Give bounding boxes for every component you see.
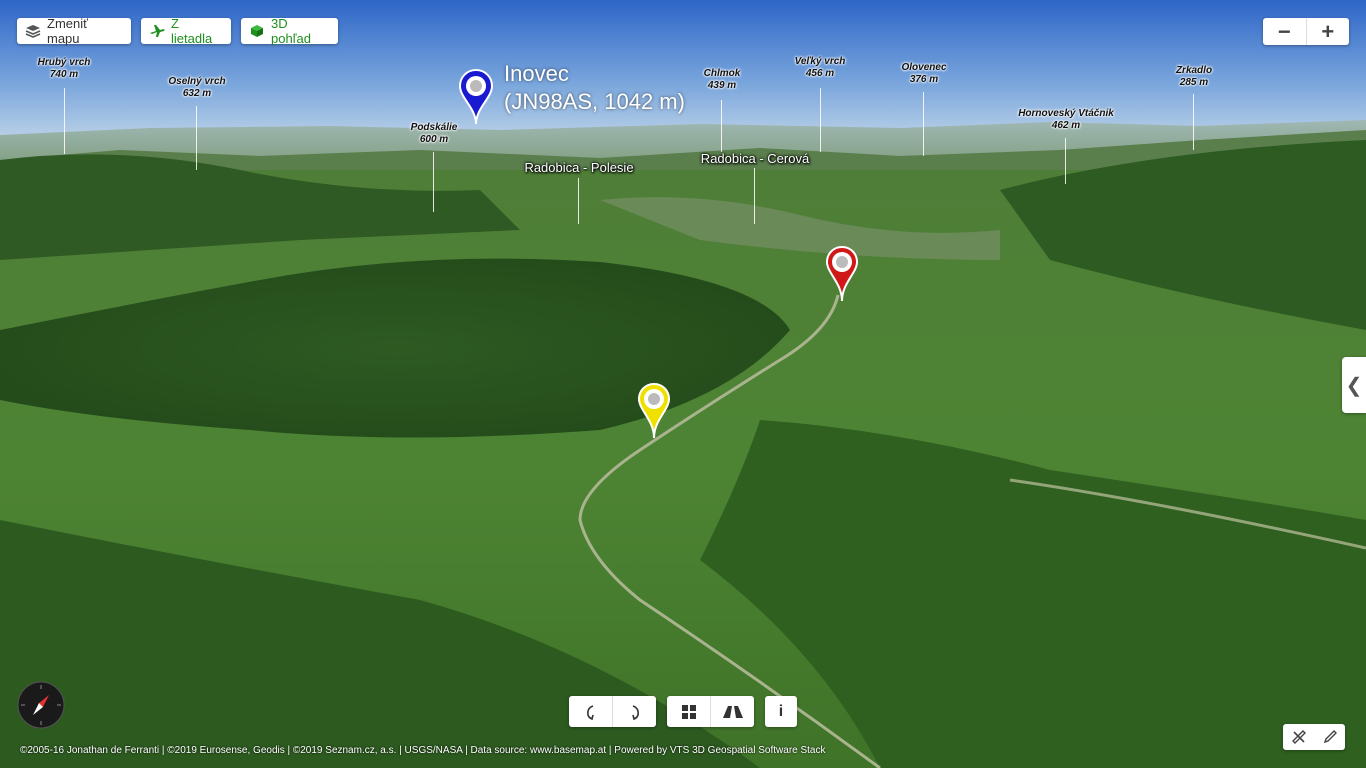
- marker-dot-inner: [836, 256, 848, 268]
- peak-name: Veľký vrch: [794, 56, 846, 67]
- peak-line: [721, 100, 722, 152]
- perspective-icon: [722, 705, 743, 718]
- change-map-button[interactable]: Zmeniť mapu: [17, 16, 131, 46]
- peak-elevation: 600 m: [419, 134, 449, 145]
- marker-dot-inner: [648, 393, 660, 405]
- peak-name: Olovenec: [901, 62, 947, 73]
- ruler-pencil-icon: [1291, 730, 1306, 744]
- rotate-right-button[interactable]: [612, 696, 656, 727]
- zoom-control: − +: [1263, 18, 1349, 45]
- cube-icon: [249, 24, 265, 38]
- marker-red[interactable]: [825, 245, 859, 303]
- peak-line: [196, 106, 197, 170]
- peak-label[interactable]: Olovenec 376 m: [901, 62, 946, 86]
- side-panel-toggle[interactable]: ❮: [1342, 357, 1366, 413]
- peak-label[interactable]: Zrkadlo 285 m: [1176, 65, 1212, 89]
- peak-label[interactable]: Hornoveský Vtáčnik 462 m: [1018, 108, 1114, 132]
- peak-line: [64, 88, 65, 154]
- target-info: (JN98AS, 1042 m): [504, 89, 685, 114]
- peak-name: Oselný vrch: [168, 76, 226, 87]
- plane-icon: [149, 24, 165, 38]
- view-3d-label: 3D pohľad: [271, 16, 311, 46]
- place-label-cerova[interactable]: Radobica - Cerová: [701, 151, 809, 166]
- peak-label[interactable]: Veľký vrch 456 m: [795, 56, 846, 80]
- from-plane-label: Z lietadla: [171, 16, 213, 46]
- rotate-right-icon: [631, 704, 639, 720]
- view-mode-controls: [667, 696, 754, 727]
- peak-elevation: 632 m: [182, 88, 212, 99]
- rotate-left-button[interactable]: [569, 696, 612, 727]
- info-button[interactable]: i: [765, 696, 797, 727]
- layers-icon: [25, 24, 41, 38]
- peak-elevation: 285 m: [1179, 77, 1209, 88]
- place-label-polesie[interactable]: Radobica - Polesie: [524, 160, 633, 175]
- peak-name: Podskálie: [410, 122, 458, 133]
- peak-line: [433, 152, 434, 212]
- peak-line: [923, 92, 924, 156]
- grid-icon: [681, 704, 696, 719]
- peak-label[interactable]: Oselný vrch 632 m: [168, 76, 225, 100]
- peak-line: [1065, 138, 1066, 184]
- peak-label[interactable]: Chlmok 439 m: [704, 68, 741, 92]
- place-line: [578, 178, 579, 224]
- target-label: Inovec (JN98AS, 1042 m): [504, 60, 685, 116]
- marker-dot-inner: [470, 80, 482, 92]
- view-3d-button[interactable]: 3D pohľad: [241, 16, 338, 46]
- top-view-button[interactable]: [667, 696, 710, 727]
- target-name: Inovec: [504, 61, 569, 86]
- peak-line: [1193, 94, 1194, 150]
- info-controls: i: [765, 696, 797, 727]
- change-map-label: Zmeniť mapu: [47, 16, 88, 46]
- peak-elevation: 439 m: [707, 80, 737, 91]
- peak-elevation: 456 m: [805, 68, 835, 79]
- copyright-text: ©2005-16 Jonathan de Ferranti | ©2019 Eu…: [20, 745, 826, 756]
- measure-button[interactable]: [1283, 724, 1314, 750]
- pencil-icon: [1323, 730, 1337, 744]
- peak-name: Zrkadlo: [1175, 65, 1213, 76]
- peak-line: [820, 88, 821, 152]
- perspective-view-button[interactable]: [710, 696, 754, 727]
- rotate-controls: [569, 696, 656, 727]
- tools-control: [1283, 724, 1345, 750]
- place-line: [754, 168, 755, 224]
- peak-name: Hrubý vrch: [37, 57, 91, 68]
- peak-elevation: 740 m: [49, 69, 79, 80]
- peak-elevation: 376 m: [909, 74, 939, 85]
- zoom-in-button[interactable]: +: [1305, 18, 1350, 45]
- target-marker-blue[interactable]: [458, 68, 494, 126]
- compass-icon[interactable]: [17, 681, 65, 729]
- peak-name: Chlmok: [703, 68, 741, 79]
- peak-label[interactable]: Podskálie 600 m: [411, 122, 458, 146]
- edit-button[interactable]: [1314, 724, 1345, 750]
- zoom-out-button[interactable]: −: [1263, 18, 1306, 45]
- peak-elevation: 462 m: [1051, 120, 1081, 131]
- peak-name: Hornoveský Vtáčnik: [1018, 108, 1114, 119]
- from-plane-button[interactable]: Z lietadla: [141, 16, 231, 46]
- peak-label[interactable]: Hrubý vrch 740 m: [38, 57, 91, 81]
- marker-yellow[interactable]: [637, 382, 671, 440]
- rotate-left-icon: [586, 704, 594, 720]
